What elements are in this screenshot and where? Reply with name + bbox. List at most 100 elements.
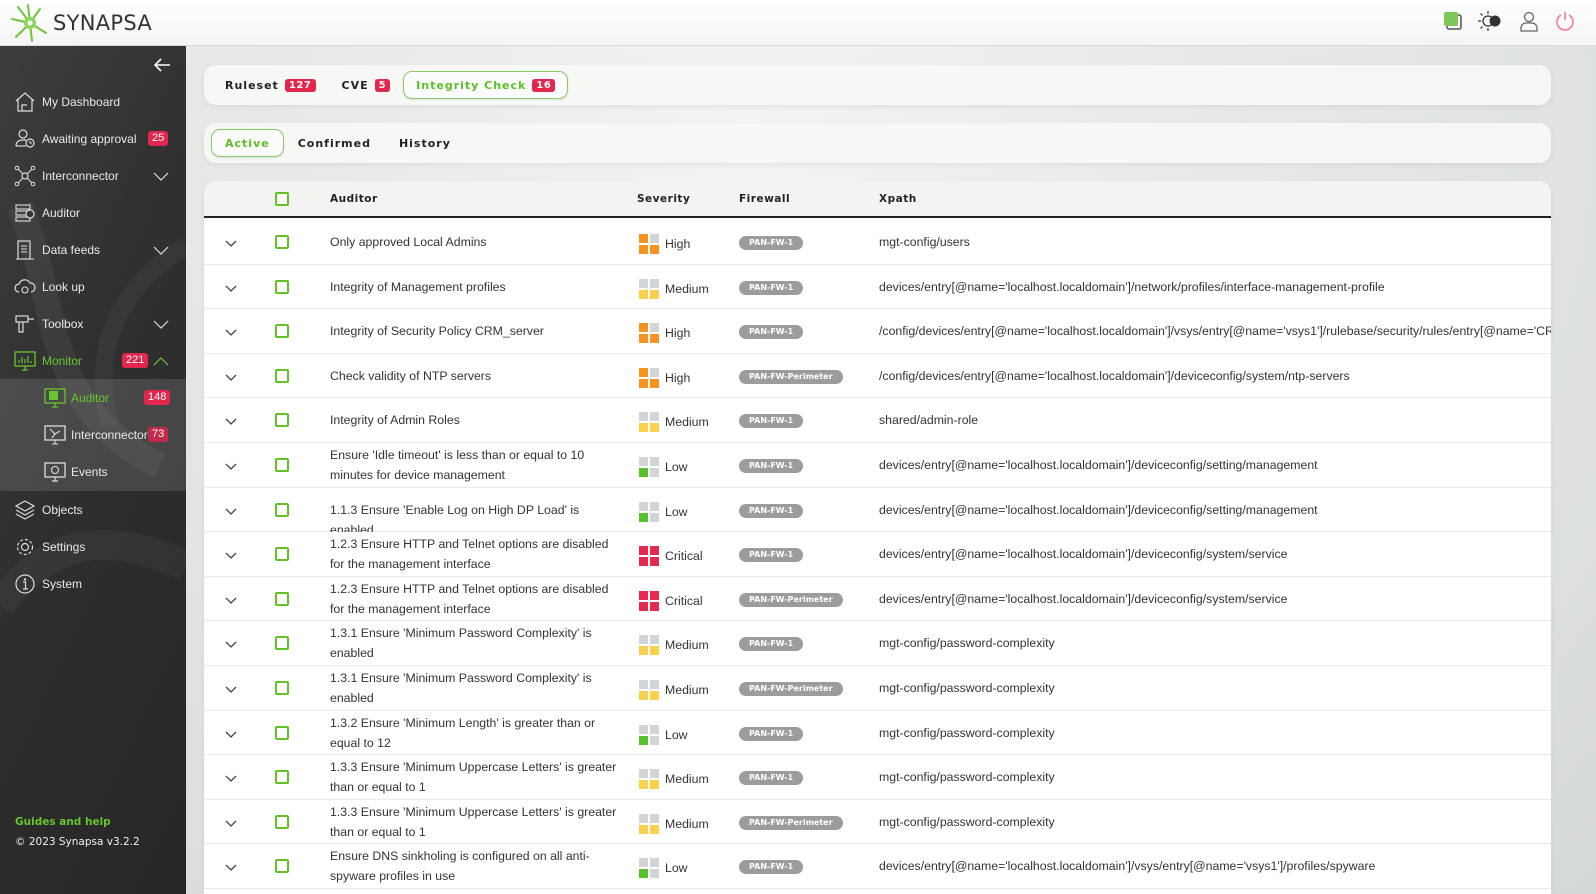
row-checkbox[interactable] xyxy=(275,324,289,339)
firewall-badge[interactable]: PAN-FW-1 xyxy=(739,548,804,563)
sidebar-item-interconnector[interactable]: Interconnector xyxy=(0,157,186,194)
row-checkbox[interactable] xyxy=(275,279,289,294)
expand-row-chevron-icon[interactable] xyxy=(224,682,238,693)
expand-row-chevron-icon[interactable] xyxy=(224,860,238,872)
row-checkbox[interactable] xyxy=(275,591,289,606)
row-checkbox[interactable] xyxy=(275,770,289,785)
firewall-badge[interactable]: PAN-FW-1 xyxy=(739,637,804,652)
expand-row-chevron-icon[interactable] xyxy=(224,370,238,381)
sidebar-item-settings[interactable]: Settings xyxy=(0,528,186,565)
row-checkbox[interactable] xyxy=(275,725,289,740)
sidebar-item-data-feeds[interactable]: Data feeds xyxy=(0,231,186,268)
sidebar-subitem-auditor[interactable]: Auditor 148 xyxy=(0,379,186,416)
sidebar-item-objects[interactable]: Objects xyxy=(0,491,186,528)
firewall-badge[interactable]: PAN-FW-Perimeter xyxy=(739,682,843,696)
sidebar-item-toolbox[interactable]: Toolbox xyxy=(0,305,186,342)
sidebar-item-label: Settings xyxy=(42,539,86,554)
firewall-badge[interactable]: PAN-FW-1 xyxy=(739,325,804,340)
firewall-badge[interactable]: PAN-FW-Perimeter xyxy=(739,815,843,830)
chevron-down-icon[interactable] xyxy=(153,243,169,255)
sidebar-item-awaiting-approval[interactable]: Awaiting approval 25 xyxy=(0,120,186,157)
sidebar-item-system[interactable]: System xyxy=(0,565,186,602)
tab-confirmed[interactable]: Confirmed xyxy=(284,129,385,157)
auditor-name: Integrity of Management profiles xyxy=(330,279,506,294)
table-row[interactable]: Ensure 'Idle timeout' is less than or eq… xyxy=(204,443,1551,488)
windows-icon[interactable] xyxy=(1442,10,1464,32)
firewall-badge[interactable]: PAN-FW-1 xyxy=(739,459,804,473)
tab-integrity-check[interactable]: Integrity Check 16 xyxy=(403,71,569,99)
table-row[interactable]: Integrity of Admin Roles Medium PAN-FW-1 sh… xyxy=(204,398,1551,443)
row-checkbox[interactable] xyxy=(275,458,289,472)
sidebar-subitem-interconnector[interactable]: Interconnector 73 xyxy=(0,416,186,453)
theme-toggle-icon[interactable] xyxy=(1478,10,1504,32)
firewall-badge[interactable]: PAN-FW-1 xyxy=(739,503,804,518)
expand-row-chevron-icon[interactable] xyxy=(224,281,238,292)
tab-active[interactable]: Active xyxy=(211,129,284,157)
firewall-badge[interactable]: PAN-FW-Perimeter xyxy=(739,592,843,607)
column-header-firewall[interactable]: Firewall xyxy=(739,193,790,205)
expand-row-chevron-icon[interactable] xyxy=(224,459,238,470)
row-checkbox[interactable] xyxy=(275,235,289,249)
expand-row-chevron-icon[interactable] xyxy=(224,637,238,649)
sidebar-item-monitor[interactable]: Monitor 221 xyxy=(0,342,186,379)
table-row[interactable]: Ensure DNS sinkholing is configured on a… xyxy=(204,844,1551,889)
column-header-severity[interactable]: Severity xyxy=(637,193,690,205)
table-row[interactable]: 1.3.1 Ensure 'Minimum Password Complexit… xyxy=(204,666,1551,711)
firewall-badge[interactable]: PAN-FW-1 xyxy=(739,414,804,429)
row-checkbox[interactable] xyxy=(275,368,289,383)
severity-label: High xyxy=(665,237,691,251)
table-row[interactable]: 1.3.2 Ensure 'Minimum Length' is greater… xyxy=(204,710,1551,756)
firewall-badge[interactable]: PAN-FW-1 xyxy=(739,280,804,295)
row-checkbox[interactable] xyxy=(275,859,289,874)
table-row[interactable]: Integrity of Management profiles Medium PA… xyxy=(204,264,1551,310)
table-row[interactable]: Only approved Local Admins High PAN-FW-1 mg… xyxy=(204,220,1551,265)
column-header-auditor[interactable]: Auditor xyxy=(330,193,378,205)
expand-row-chevron-icon[interactable] xyxy=(224,727,238,738)
collapse-sidebar-arrow-icon[interactable] xyxy=(152,56,172,74)
expand-row-chevron-icon[interactable] xyxy=(224,593,238,604)
expand-row-chevron-icon[interactable] xyxy=(224,816,238,827)
tab-cve[interactable]: CVE 5 xyxy=(329,71,404,99)
table-row[interactable]: 1.1.3 Ensure 'Enable Log on High DP Load… xyxy=(204,487,1551,537)
firewall-badge[interactable]: PAN-FW-Perimeter xyxy=(739,369,843,384)
tab-ruleset[interactable]: Ruleset 127 xyxy=(222,71,329,99)
table-row[interactable]: 1.2.3 Ensure HTTP and Telnet options are… xyxy=(204,576,1551,622)
row-checkbox[interactable] xyxy=(275,547,289,562)
expand-row-chevron-icon[interactable] xyxy=(224,548,238,560)
sidebar-item-look-up[interactable]: Look up xyxy=(0,268,186,305)
table-row[interactable]: 1.3.3 Ensure 'Minimum Uppercase Letters'… xyxy=(204,755,1551,800)
synapsa-logo[interactable]: SYNAPSA xyxy=(10,3,152,43)
table-row[interactable]: Check validity of NTP servers High PAN-FW-… xyxy=(204,353,1551,399)
select-all-checkbox[interactable] xyxy=(275,192,289,206)
table-row[interactable]: 1.3.3 Ensure 'Minimum Uppercase Letters'… xyxy=(204,799,1551,845)
sidebar-item-my-dashboard[interactable]: My Dashboard xyxy=(0,83,186,120)
table-row[interactable]: Integrity of Security Policy CRM_server H… xyxy=(204,309,1551,354)
expand-row-chevron-icon[interactable] xyxy=(224,236,238,247)
sidebar-item-label: Awaiting approval xyxy=(42,131,137,146)
row-checkbox[interactable] xyxy=(275,502,289,517)
row-checkbox[interactable] xyxy=(275,814,289,829)
row-checkbox[interactable] xyxy=(275,636,289,651)
firewall-badge[interactable]: PAN-FW-1 xyxy=(739,726,804,741)
guides-and-help-link[interactable]: Guides and help xyxy=(15,816,111,828)
expand-row-chevron-icon[interactable] xyxy=(224,414,238,426)
row-checkbox[interactable] xyxy=(275,413,289,428)
tab-history[interactable]: History xyxy=(385,129,465,157)
column-header-xpath[interactable]: Xpath xyxy=(879,193,917,205)
chevron-up-icon[interactable] xyxy=(153,354,169,366)
row-checkbox[interactable] xyxy=(275,681,289,695)
firewall-badge[interactable]: PAN-FW-1 xyxy=(739,771,804,786)
firewall-badge[interactable]: PAN-FW-1 xyxy=(739,236,804,250)
power-icon[interactable] xyxy=(1554,10,1576,32)
chevron-down-icon[interactable] xyxy=(153,317,169,329)
firewall-badge[interactable]: PAN-FW-1 xyxy=(739,860,804,875)
expand-row-chevron-icon[interactable] xyxy=(224,325,238,337)
expand-row-chevron-icon[interactable] xyxy=(224,771,238,783)
chevron-down-icon[interactable] xyxy=(153,169,169,181)
expand-row-chevron-icon[interactable] xyxy=(224,504,238,515)
sidebar-subitem-events[interactable]: Events xyxy=(0,453,186,490)
user-icon[interactable] xyxy=(1518,10,1540,32)
table-row[interactable]: 1.2.3 Ensure HTTP and Telnet options are… xyxy=(204,532,1551,577)
table-row[interactable]: 1.3.1 Ensure 'Minimum Password Complexit… xyxy=(204,621,1551,666)
sidebar-item-auditor[interactable]: Auditor xyxy=(0,194,186,231)
